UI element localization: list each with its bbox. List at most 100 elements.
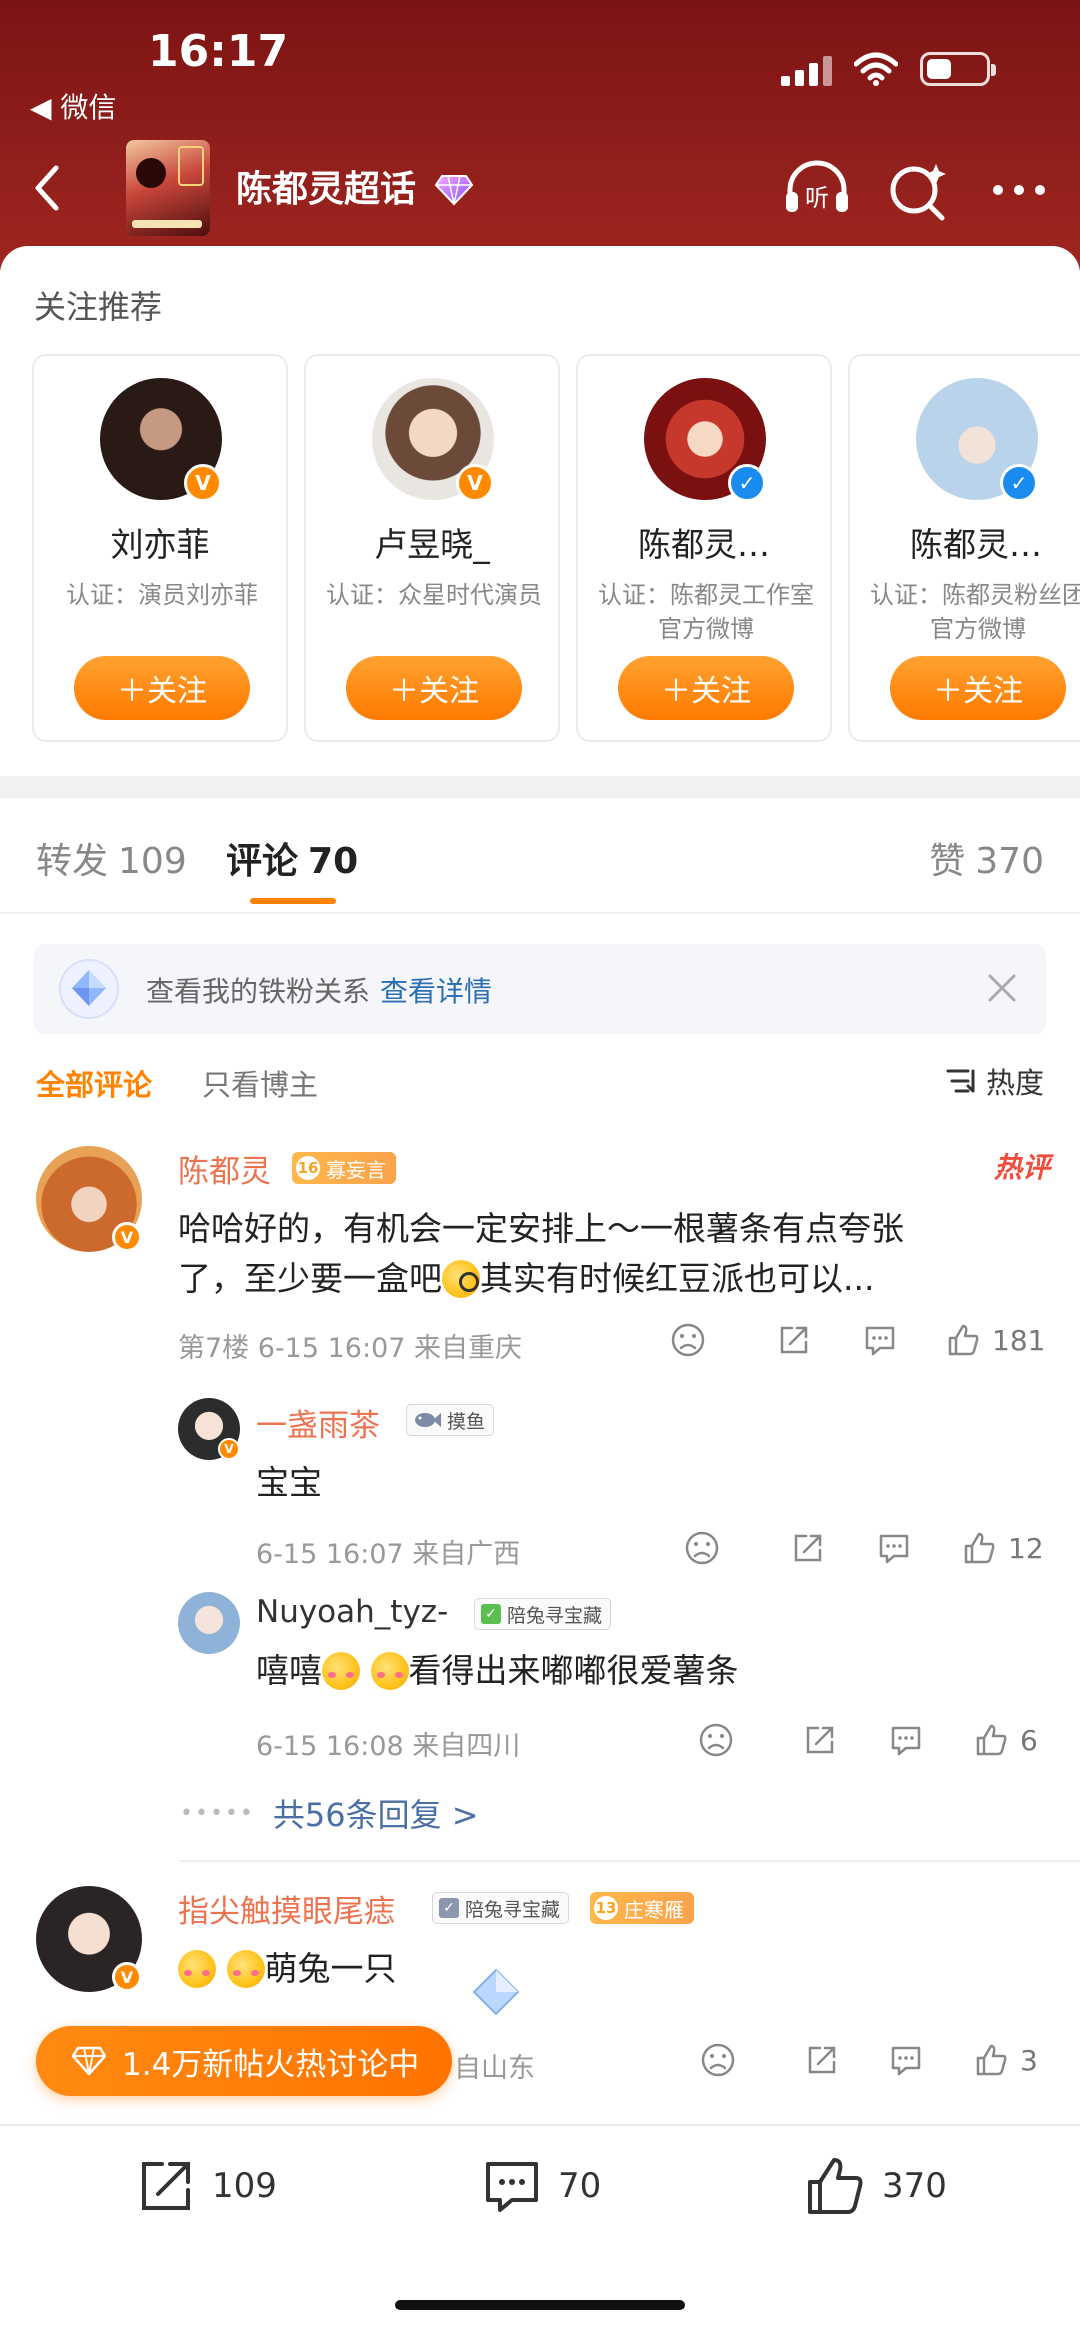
member-tag: ✓ 陪兔寻宝藏 [432, 1892, 570, 1924]
comment-text: 哈哈好的，有机会一定安排上～一根薯条有点夸张 了，至少要一盒吧 其实有时候红豆派也… [178, 1204, 1038, 1304]
recommend-name[interactable]: 刘亦菲 [34, 518, 286, 566]
like-button[interactable]: 181 [946, 1322, 1045, 1358]
diamond-icon [59, 959, 119, 1019]
reply-button[interactable] [888, 1722, 924, 1758]
recommend-name[interactable]: 卢昱晓_ [306, 518, 558, 566]
emoji-icon [226, 1950, 265, 1988]
recommend-card[interactable]: V 卢昱晓_ 认证：众星时代演员 ＋关注 [304, 354, 560, 742]
tab-repost[interactable]: 转发 109 [36, 832, 187, 884]
search-icon[interactable] [884, 158, 954, 222]
back-arrow-icon[interactable] [26, 160, 66, 216]
dislike-button[interactable] [700, 2042, 736, 2078]
bottom-action-bar: 109 70 370 [0, 2124, 1080, 2244]
recommend-card[interactable]: V 刘亦菲 认证：演员刘亦菲 ＋关注 [32, 354, 288, 742]
verified-badge-icon: V [184, 464, 222, 502]
status-time: 16:17 [148, 26, 289, 77]
verified-badge-icon: V [112, 1222, 142, 1252]
follow-button[interactable]: ＋关注 [890, 656, 1066, 720]
recommend-name[interactable]: 陈都灵… [578, 518, 830, 566]
topic-title[interactable]: 陈都灵超话 [236, 160, 416, 212]
frown-icon [685, 1531, 719, 1565]
share-button[interactable] [776, 1322, 812, 1358]
bottom-like-button[interactable]: 370 [804, 2154, 947, 2218]
more-icon[interactable] [984, 158, 1054, 222]
dislike-button[interactable] [670, 1322, 706, 1358]
comment-filter-bar: 全部评论 只看博主 热度 [0, 1050, 1080, 1110]
comment-icon [879, 1534, 909, 1564]
sort-label: 热度 [985, 1066, 1044, 1100]
thumbs-up-icon [976, 1724, 1007, 1756]
emoji-icon [178, 1950, 216, 1988]
share-icon [142, 2162, 190, 2210]
like-button[interactable]: 12 [962, 1530, 1044, 1566]
thumbs-up-icon [948, 1324, 979, 1356]
recommend-carousel[interactable]: V 刘亦菲 认证：演员刘亦菲 ＋关注 V 卢昱晓_ 认证：众星时代演员 ＋关注 … [32, 354, 1080, 744]
status-icons [781, 52, 996, 86]
share-button[interactable] [804, 2042, 840, 2078]
follow-button[interactable]: ＋关注 [618, 656, 794, 720]
comment-author-name[interactable]: 指尖触摸眼尾痣 [178, 1886, 395, 1931]
reply-author-name[interactable]: 一盏雨茶 [256, 1400, 380, 1445]
topic-cover-image[interactable] [126, 140, 210, 236]
reply-author-name[interactable]: Nuyoah_tyz- [256, 1594, 448, 1630]
sort-button[interactable]: 热度 [946, 1060, 1044, 1102]
more-replies-label: 共56条回复 > [272, 1796, 479, 1834]
listen-icon[interactable]: 听 [782, 158, 852, 222]
dislike-button[interactable] [698, 1722, 734, 1758]
like-count: 12 [1008, 1531, 1044, 1565]
hot-comment-badge: 热评 [993, 1151, 1050, 1184]
emoji-icon [370, 1652, 409, 1690]
fan-detail-link[interactable]: 查看详情 [380, 975, 492, 1008]
hot-discussion-button[interactable]: 1.4万新帖火热讨论中 [36, 2026, 452, 2096]
fan-level-badge: 16 寡妄言 [292, 1152, 396, 1184]
like-button[interactable]: 6 [974, 1722, 1038, 1758]
back-to-app-link[interactable]: ◀ 微信 [30, 86, 116, 126]
tab-comment-label: 评论 [226, 841, 299, 882]
top-header: 16:17 ◀ 微信 陈都灵超话 听 [0, 0, 1080, 270]
share-button[interactable] [790, 1530, 826, 1566]
recommend-name[interactable]: 陈都灵… [850, 518, 1080, 566]
comment-divider [180, 1860, 1080, 1862]
emoji-icon [322, 1652, 360, 1690]
bottom-repost-button[interactable]: 109 [134, 2154, 277, 2218]
frown-icon [699, 1723, 733, 1757]
share-button[interactable] [802, 1722, 838, 1758]
comment-text-line: 萌兔一只 [264, 1949, 397, 1988]
reply-button[interactable] [862, 1322, 898, 1358]
tab-like[interactable]: 赞 370 [929, 832, 1044, 884]
like-button[interactable]: 3 [974, 2042, 1038, 2078]
reply-text-line: 嘻嘻 [256, 1651, 322, 1690]
like-count: 3 [1020, 2043, 1038, 2077]
home-indicator [395, 2300, 685, 2310]
active-tab-indicator [250, 898, 336, 904]
reply-meta: 6-15 16:08 来自四川 [256, 1731, 521, 1762]
hot-discussion-label: 1.4万新帖火热讨论中 [122, 2046, 420, 2083]
close-icon[interactable] [984, 970, 1020, 1006]
comment-author-name[interactable]: 陈都灵 [178, 1146, 271, 1191]
filter-blogger-only[interactable]: 只看博主 [202, 1062, 318, 1104]
avatar[interactable] [178, 1592, 240, 1654]
follow-button[interactable]: ＋关注 [346, 656, 522, 720]
fan-relation-banner[interactable]: 查看我的铁粉关系 查看详情 [34, 944, 1046, 1034]
recommend-cert: 认证：众星时代演员 [326, 581, 542, 609]
comment-icon [486, 2162, 538, 2212]
recommend-cert: 认证：陈都灵粉丝团官方微博 [870, 581, 1080, 643]
reply-button[interactable] [888, 2042, 924, 2078]
wifi-icon [854, 52, 898, 86]
signal-icon [781, 56, 832, 86]
thumbs-up-icon [964, 1532, 995, 1564]
view-more-replies-link[interactable]: ••••• 共56条回复 > [180, 1790, 479, 1836]
member-tag: 摸鱼 [406, 1404, 495, 1436]
follow-button[interactable]: ＋关注 [74, 656, 250, 720]
recommend-card[interactable]: ✓ 陈都灵… 认证：陈都灵粉丝团官方微博 ＋关注 [848, 354, 1080, 742]
reply-button[interactable] [876, 1530, 912, 1566]
recommend-cert: 认证：演员刘亦菲 [66, 581, 258, 609]
filter-all-comments[interactable]: 全部评论 [36, 1062, 152, 1104]
frown-icon [701, 2043, 735, 2077]
dislike-button[interactable] [684, 1530, 720, 1566]
bottom-comment-button[interactable]: 70 [480, 2154, 601, 2218]
tab-comment[interactable]: 评论 70 [226, 832, 358, 884]
share-icon [794, 1534, 822, 1562]
recommend-card[interactable]: ✓ 陈都灵… 认证：陈都灵工作室官方微博 ＋关注 [576, 354, 832, 742]
reply-meta: 6-15 16:07 来自广西 [256, 1539, 521, 1570]
